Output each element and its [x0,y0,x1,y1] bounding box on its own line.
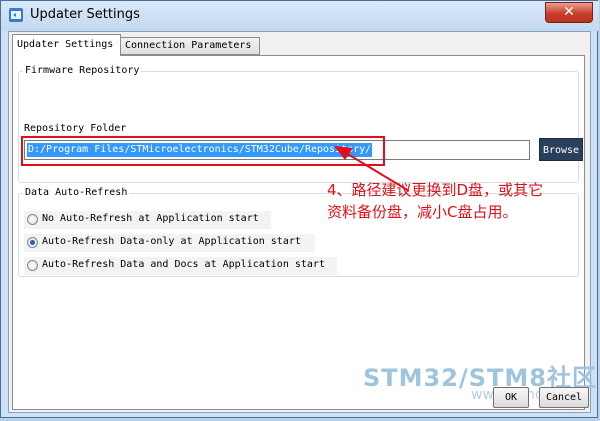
ok-button[interactable]: OK [493,387,529,408]
cancel-button[interactable]: Cancel [539,387,589,408]
annotation-line-2: 资料备份盘，减小C盘占用。 [327,203,518,221]
annotation-line-1: 4、路径建议更换到D盘，或其它 [327,181,544,199]
annotation-text: 4、路径建议更换到D盘，或其它 资料备份盘，减小C盘占用。 [327,179,595,223]
tab-updater-settings[interactable]: Updater Settings [12,34,121,56]
updater-settings-window: Updater Settings ✕ Updater Settings Conn… [0,0,599,418]
